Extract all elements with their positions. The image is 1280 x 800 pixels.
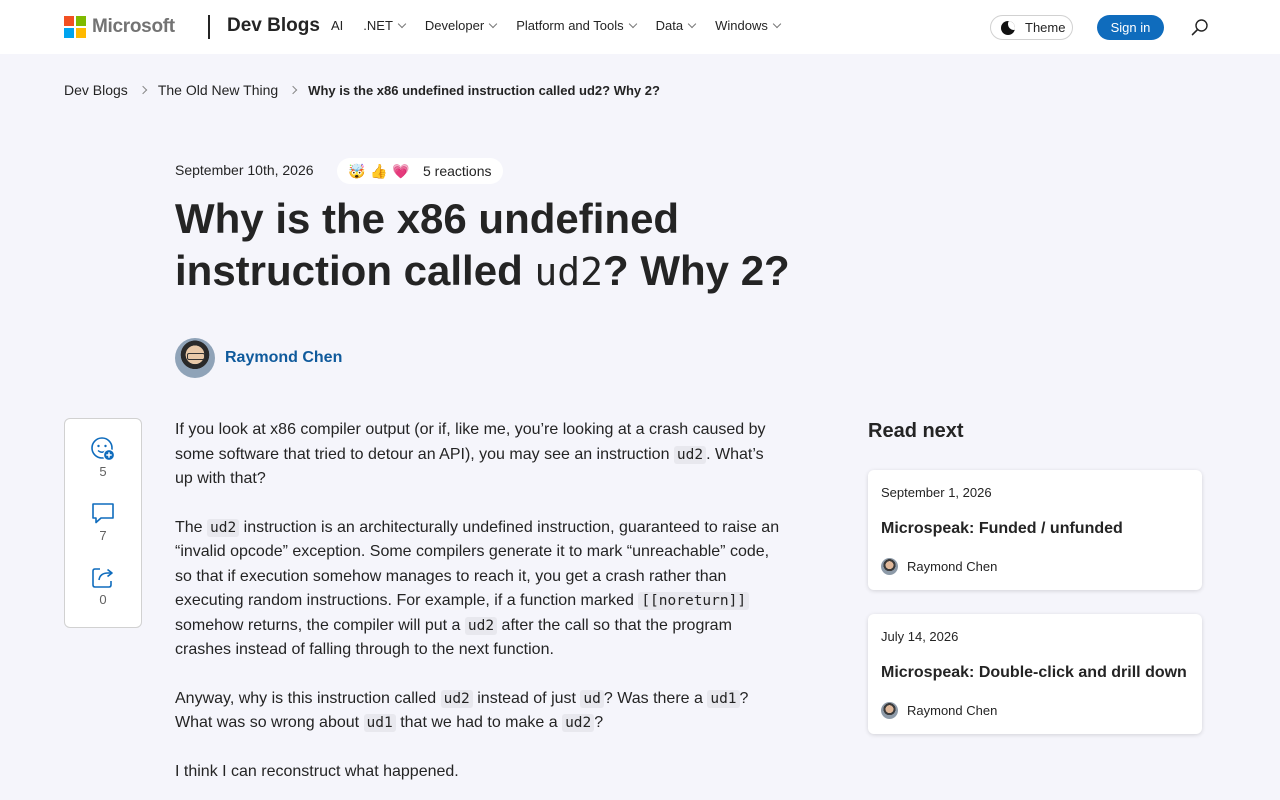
inline-code: ud2 <box>464 616 498 635</box>
breadcrumb-current: Why is the x86 undefined instruction cal… <box>308 82 660 98</box>
breadcrumb-dev-blogs[interactable]: Dev Blogs <box>64 82 128 98</box>
article-paragraph: The ud2 instruction is an architecturall… <box>175 518 780 658</box>
read-next-heading: Read next <box>868 420 964 442</box>
add-reaction-icon <box>91 437 116 462</box>
heart-emoji-icon: 💗 <box>392 163 410 179</box>
theme-toggle-button[interactable]: Theme <box>990 15 1073 40</box>
chevron-right-icon <box>288 85 298 95</box>
nav-item-label: AI <box>331 18 344 33</box>
main-nav: AI .NET Developer Platform and Tools Dat… <box>331 18 800 33</box>
inline-code: ud2 <box>207 518 240 537</box>
inline-code: ud2 <box>673 445 707 464</box>
avatar <box>881 702 898 719</box>
reactions-count: 5 <box>99 464 107 479</box>
card-author-name: Raymond Chen <box>907 559 998 574</box>
comment-icon <box>92 503 114 524</box>
title-text: ? Why 2? <box>603 247 790 294</box>
inline-code: ud <box>580 689 604 708</box>
chevron-down-icon <box>628 19 637 28</box>
post-date: September 10th, 2026 <box>175 162 314 178</box>
search-button[interactable] <box>1190 18 1210 38</box>
chevron-down-icon <box>397 19 407 28</box>
read-next-card[interactable]: July 14, 2026 Microspeak: Double-click a… <box>868 614 1202 734</box>
inline-code: ud1 <box>363 714 396 732</box>
chevron-right-icon <box>138 85 148 95</box>
card-title[interactable]: Microspeak: Double-click and drill down <box>881 664 1187 682</box>
title-code: ud2 <box>534 250 604 294</box>
read-next-card[interactable]: September 1, 2026 Microspeak: Funded / u… <box>868 470 1202 590</box>
search-icon <box>1191 19 1208 36</box>
nav-item-label: .NET <box>363 18 393 33</box>
card-author: Raymond Chen <box>881 558 997 575</box>
page-title: Why is the x86 undefined instruction cal… <box>175 193 815 298</box>
card-author: Raymond Chen <box>881 702 997 719</box>
microsoft-logo[interactable]: Microsoft <box>64 16 175 38</box>
post-actions-panel: 5 7 0 <box>64 418 142 628</box>
nav-item-data[interactable]: Data <box>655 18 697 33</box>
add-reaction-button[interactable]: 5 <box>65 436 141 479</box>
breadcrumb-old-new-thing[interactable]: The Old New Thing <box>158 82 278 98</box>
chevron-down-icon <box>488 19 498 28</box>
microsoft-wordmark: Microsoft <box>92 16 175 37</box>
theme-label: Theme <box>1025 20 1066 35</box>
card-date: July 14, 2026 <box>881 629 959 644</box>
reactions-count-label: 5 reactions <box>423 163 492 179</box>
share-icon <box>92 568 113 588</box>
avatar[interactable] <box>175 338 215 378</box>
card-title[interactable]: Microspeak: Funded / unfunded <box>881 520 1123 538</box>
site-name-link[interactable]: Dev Blogs <box>227 15 320 37</box>
nav-item-developer[interactable]: Developer <box>424 18 498 33</box>
avatar <box>881 558 898 575</box>
chevron-down-icon <box>687 19 697 28</box>
nav-item-platform-tools[interactable]: Platform and Tools <box>516 18 637 33</box>
nav-item-dotnet[interactable]: .NET <box>363 18 407 33</box>
sign-in-button[interactable]: Sign in <box>1097 15 1164 40</box>
microsoft-logo-icon <box>64 16 86 38</box>
exploding-head-emoji-icon: 🤯 <box>348 163 366 179</box>
thumbs-up-emoji-icon: 👍 <box>370 163 388 179</box>
moon-icon <box>1001 20 1015 35</box>
author-link[interactable]: Raymond Chen <box>225 349 342 367</box>
shares-count: 0 <box>99 592 107 607</box>
chevron-down-icon <box>772 19 782 28</box>
comments-button[interactable]: 7 <box>65 500 141 543</box>
inline-code: [[noreturn]] <box>638 592 750 610</box>
reactions-summary[interactable]: 🤯 👍 💗 5 reactions <box>337 158 504 184</box>
breadcrumb: Dev Blogs The Old New Thing Why is the x… <box>64 82 660 98</box>
article-paragraph: Anyway, why is this instruction called u… <box>175 689 749 732</box>
share-button[interactable]: 0 <box>65 564 141 607</box>
article-body: If you look at x86 compiler output (or i… <box>175 418 780 800</box>
nav-item-label: Windows <box>715 18 768 33</box>
nav-item-label: Platform and Tools <box>516 18 624 33</box>
card-author-name: Raymond Chen <box>907 703 998 718</box>
inline-code: ud2 <box>562 714 595 732</box>
nav-item-label: Developer <box>424 18 485 33</box>
nav-item-ai[interactable]: AI <box>331 18 343 33</box>
comments-count: 7 <box>99 528 107 543</box>
inline-code: ud1 <box>707 689 740 708</box>
article-paragraph: I think I can reconstruct what happened. <box>175 762 459 780</box>
card-date: September 1, 2026 <box>881 485 992 500</box>
header-divider <box>208 15 210 39</box>
article-paragraph: If you look at x86 compiler output (or i… <box>175 421 766 487</box>
nav-item-windows[interactable]: Windows <box>715 18 782 33</box>
top-navigation-bar: Microsoft Dev Blogs AI .NET Developer Pl… <box>0 0 1280 54</box>
nav-item-label: Data <box>655 18 684 33</box>
post-author: Raymond Chen <box>175 338 342 378</box>
inline-code: ud2 <box>440 689 473 708</box>
